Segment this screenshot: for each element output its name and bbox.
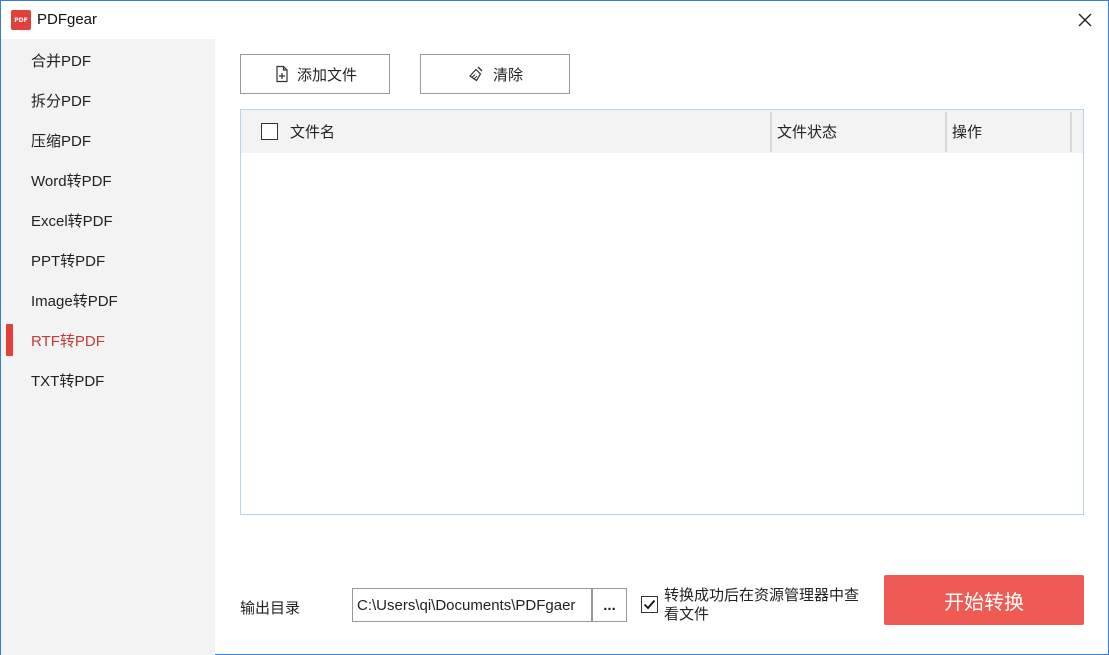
output-directory-label: 输出目录 — [240, 600, 301, 617]
close-icon — [1078, 13, 1092, 27]
sidebar-item-ppt-to-pdf[interactable]: PPT转PDF — [1, 242, 215, 278]
app-title: PDFgear — [37, 11, 98, 28]
add-file-icon — [276, 65, 288, 83]
broom-icon — [469, 66, 483, 82]
add-file-label: 添加文件 — [296, 66, 357, 84]
browse-button[interactable]: ... — [592, 588, 627, 622]
app-window: PDF PDFgear 合并PDF 拆分PDF 压缩PDF Word转PDF E… — [0, 0, 1109, 655]
clear-label: 清除 — [492, 66, 523, 84]
file-table: 文件名 文件状态 操作 — [240, 109, 1084, 515]
select-all-checkbox[interactable] — [261, 123, 278, 140]
sidebar-item-merge-pdf[interactable]: 合并PDF — [1, 42, 215, 78]
sidebar-item-word-to-pdf[interactable]: Word转PDF — [1, 162, 215, 198]
logo-text: PDF — [14, 16, 28, 24]
start-convert-button[interactable]: 开始转换 — [884, 575, 1084, 625]
table-body — [241, 153, 1083, 514]
pdf-logo-icon: PDF — [11, 10, 31, 30]
add-file-button[interactable]: 添加文件 — [240, 54, 390, 94]
close-button[interactable] — [1072, 7, 1098, 33]
sidebar-item-image-to-pdf[interactable]: Image转PDF — [1, 282, 215, 318]
column-divider[interactable] — [1070, 112, 1072, 152]
sidebar-item-excel-to-pdf[interactable]: Excel转PDF — [1, 202, 215, 238]
column-header-filename[interactable]: 文件名 — [290, 110, 335, 153]
open-after-label[interactable]: 转换成功后在资源管理器中查看文件 — [664, 586, 869, 624]
sidebar: 合并PDF 拆分PDF 压缩PDF Word转PDF Excel转PDF PPT… — [1, 39, 215, 655]
checkmark-icon — [643, 599, 656, 610]
open-after-checkbox[interactable] — [641, 596, 658, 613]
select-all-cell — [261, 110, 278, 153]
table-header: 文件名 文件状态 操作 — [241, 110, 1083, 153]
sidebar-item-rtf-to-pdf[interactable]: RTF转PDF — [1, 322, 215, 358]
output-directory-input[interactable] — [352, 588, 592, 622]
sidebar-item-txt-to-pdf[interactable]: TXT转PDF — [1, 362, 215, 398]
sidebar-item-compress-pdf[interactable]: 压缩PDF — [1, 122, 215, 158]
sidebar-item-split-pdf[interactable]: 拆分PDF — [1, 82, 215, 118]
clear-button[interactable]: 清除 — [420, 54, 570, 94]
column-header-status[interactable]: 文件状态 — [777, 110, 837, 153]
column-header-action[interactable]: 操作 — [952, 110, 982, 153]
column-divider[interactable] — [770, 112, 772, 152]
column-divider[interactable] — [945, 112, 947, 152]
title-bar: PDF PDFgear — [1, 1, 1108, 39]
